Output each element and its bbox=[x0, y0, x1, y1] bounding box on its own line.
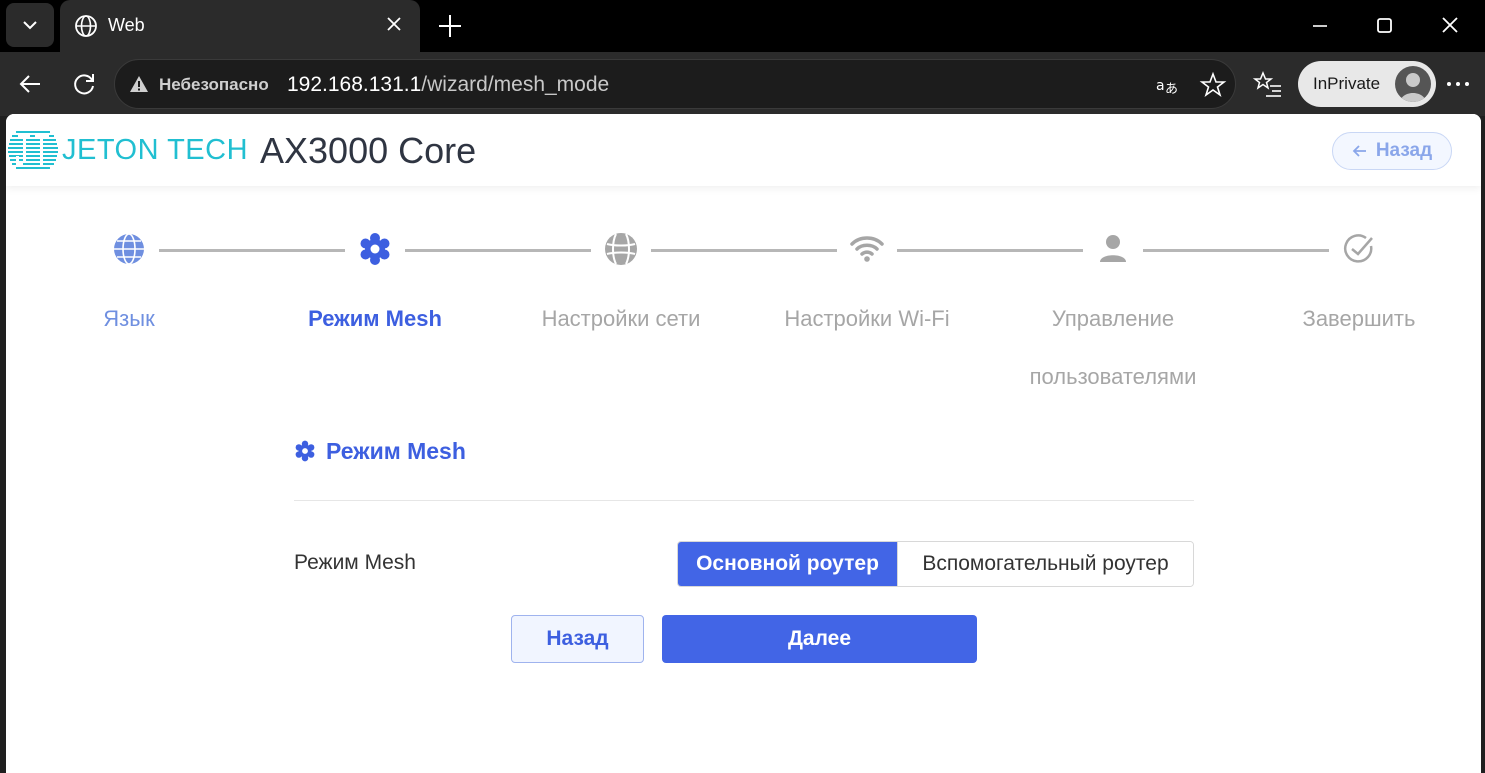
url-text[interactable]: 192.168.131.1/wizard/mesh_mode bbox=[287, 73, 609, 97]
section-divider bbox=[294, 500, 1194, 501]
section-title: Режим Mesh bbox=[294, 436, 466, 466]
arrow-left-icon bbox=[1352, 145, 1366, 157]
gear-icon bbox=[295, 440, 315, 462]
person-icon bbox=[1400, 73, 1426, 102]
warning-icon[interactable] bbox=[129, 74, 149, 94]
next-button[interactable]: Далее bbox=[662, 615, 977, 663]
address-bar[interactable]: Небезопасно 192.168.131.1/wizard/mesh_mo… bbox=[114, 59, 1236, 109]
step-label: Настройки Wi-Fi bbox=[784, 306, 950, 331]
window-close-icon[interactable] bbox=[1430, 12, 1470, 40]
chevron-down-icon bbox=[23, 21, 37, 30]
wifi-icon bbox=[850, 236, 884, 262]
security-status[interactable]: Небезопасно bbox=[159, 75, 269, 95]
page-viewport: JETON TECH AX3000 Core Назад Язык Режим … bbox=[6, 114, 1481, 773]
user-icon bbox=[1100, 235, 1126, 262]
minimize-icon[interactable] bbox=[1300, 12, 1340, 40]
step-label: Завершить bbox=[1302, 306, 1416, 331]
translate-icon[interactable]: a あ bbox=[1153, 71, 1181, 99]
section-title-text: Режим Mesh bbox=[326, 437, 466, 464]
secondary-router-option[interactable]: Вспомогательный роутер bbox=[897, 542, 1193, 586]
header-back-label: Назад bbox=[1375, 140, 1433, 161]
step-wifi-settings[interactable]: Настройки Wi-Fi bbox=[742, 232, 992, 348]
back-arrow-icon[interactable] bbox=[14, 68, 46, 100]
browser-titlebar: Web bbox=[0, 0, 1485, 52]
check-circle-icon bbox=[1344, 234, 1373, 263]
mesh-mode-selector: Основной роутер Вспомогательный роутер bbox=[677, 541, 1194, 587]
step-label: Режим Mesh bbox=[308, 306, 442, 331]
main-router-option[interactable]: Основной роутер bbox=[678, 542, 897, 586]
step-language[interactable]: Язык bbox=[6, 232, 254, 348]
inprivate-label: InPrivate bbox=[1313, 74, 1381, 93]
network-icon bbox=[605, 233, 637, 265]
plus-icon[interactable] bbox=[436, 12, 464, 40]
browser-tab[interactable]: Web bbox=[60, 0, 420, 52]
mesh-mode-label: Режим Mesh bbox=[294, 551, 416, 574]
step-finish[interactable]: Завершить bbox=[1234, 232, 1481, 348]
globe-icon bbox=[75, 15, 97, 37]
more-options-icon[interactable] bbox=[1442, 68, 1474, 100]
step-network-settings[interactable]: Настройки сети bbox=[496, 232, 746, 348]
close-icon[interactable] bbox=[382, 12, 406, 36]
inprivate-profile-button[interactable]: InPrivate bbox=[1298, 61, 1436, 107]
maximize-icon[interactable] bbox=[1364, 12, 1404, 40]
brand-logo-text: JETON TECH bbox=[62, 134, 249, 166]
favorites-list-icon[interactable] bbox=[1252, 68, 1284, 100]
avatar bbox=[1395, 66, 1431, 102]
globe-icon bbox=[114, 233, 144, 265]
refresh-icon[interactable] bbox=[68, 68, 100, 100]
app-header: JETON TECH AX3000 Core Назад bbox=[6, 114, 1481, 186]
step-label: Язык bbox=[103, 306, 155, 331]
step-label: Настройки сети bbox=[541, 306, 701, 331]
product-name: AX3000 Core bbox=[260, 130, 477, 171]
favorite-star-icon[interactable] bbox=[1199, 71, 1227, 99]
step-label: Управление пользователями bbox=[1029, 306, 1197, 389]
tab-title: Web bbox=[108, 15, 145, 35]
step-mesh-mode[interactable]: Режим Mesh bbox=[250, 232, 500, 348]
browser-navbar: Небезопасно 192.168.131.1/wizard/mesh_mo… bbox=[0, 52, 1485, 116]
gear-icon bbox=[360, 233, 390, 265]
url-path: /wizard/mesh_mode bbox=[421, 73, 610, 96]
svg-text:a: a bbox=[1156, 78, 1165, 94]
step-user-management[interactable]: Управление пользователями bbox=[988, 232, 1238, 406]
header-back-button[interactable]: Назад bbox=[1332, 132, 1452, 170]
jeton-logo-icon bbox=[8, 131, 58, 169]
back-button[interactable]: Назад bbox=[511, 615, 644, 663]
tab-actions-button[interactable] bbox=[6, 3, 54, 47]
url-host: 192.168.131.1 bbox=[287, 73, 422, 96]
svg-text:あ: あ bbox=[1165, 82, 1178, 97]
